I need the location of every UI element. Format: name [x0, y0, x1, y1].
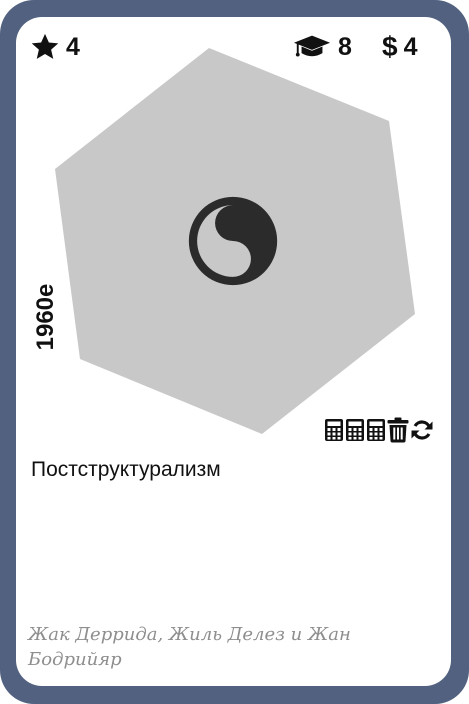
stars-value: 4	[66, 32, 80, 61]
dollar-icon: $	[382, 31, 398, 62]
flavor-text: Жак Деррида, Жиль Делез и Жан Бодрийяр	[28, 624, 351, 670]
yin-yang-icon	[188, 196, 278, 286]
calculator-icon[interactable]	[324, 418, 344, 442]
calculator-icon[interactable]	[366, 418, 386, 442]
refresh-icon[interactable]	[410, 418, 434, 442]
graduation-cap-icon	[293, 35, 331, 57]
card-hexagon	[55, 48, 415, 434]
education-value: 8	[338, 32, 352, 61]
card[interactable]: 4 8 $ 4 1960е Постструктурализм Жак Дерр…	[16, 17, 451, 686]
trash-icon[interactable]	[387, 417, 409, 443]
card-actions	[324, 416, 435, 444]
stars-stat: 4	[30, 31, 80, 63]
era-text: 1960е	[32, 283, 59, 351]
cost-stat: $ 4	[382, 31, 417, 63]
star-icon	[31, 33, 59, 59]
cost-value: 4	[403, 32, 418, 61]
card-name: Постструктурализм	[31, 458, 221, 481]
education-stat: 8	[293, 31, 352, 63]
calculator-icon[interactable]	[345, 418, 365, 442]
card-frame: 4 8 $ 4 1960е Постструктурализм Жак Дерр…	[0, 0, 469, 704]
